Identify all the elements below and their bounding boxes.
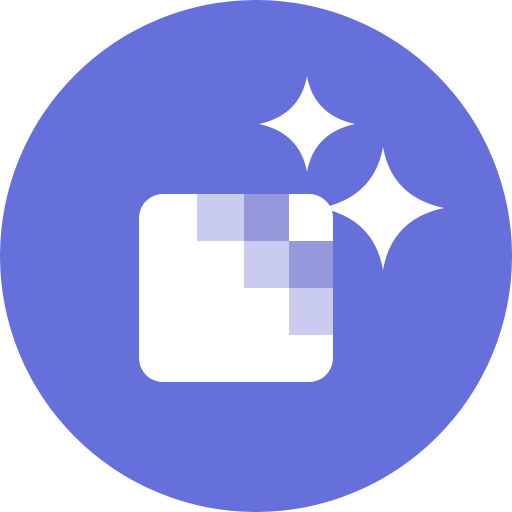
pixel-block [244, 194, 289, 241]
pixel-block [244, 241, 289, 288]
pixel-block [289, 241, 333, 288]
pixel-block [197, 194, 244, 241]
app-icon [0, 0, 512, 512]
pixel-block [289, 288, 333, 335]
